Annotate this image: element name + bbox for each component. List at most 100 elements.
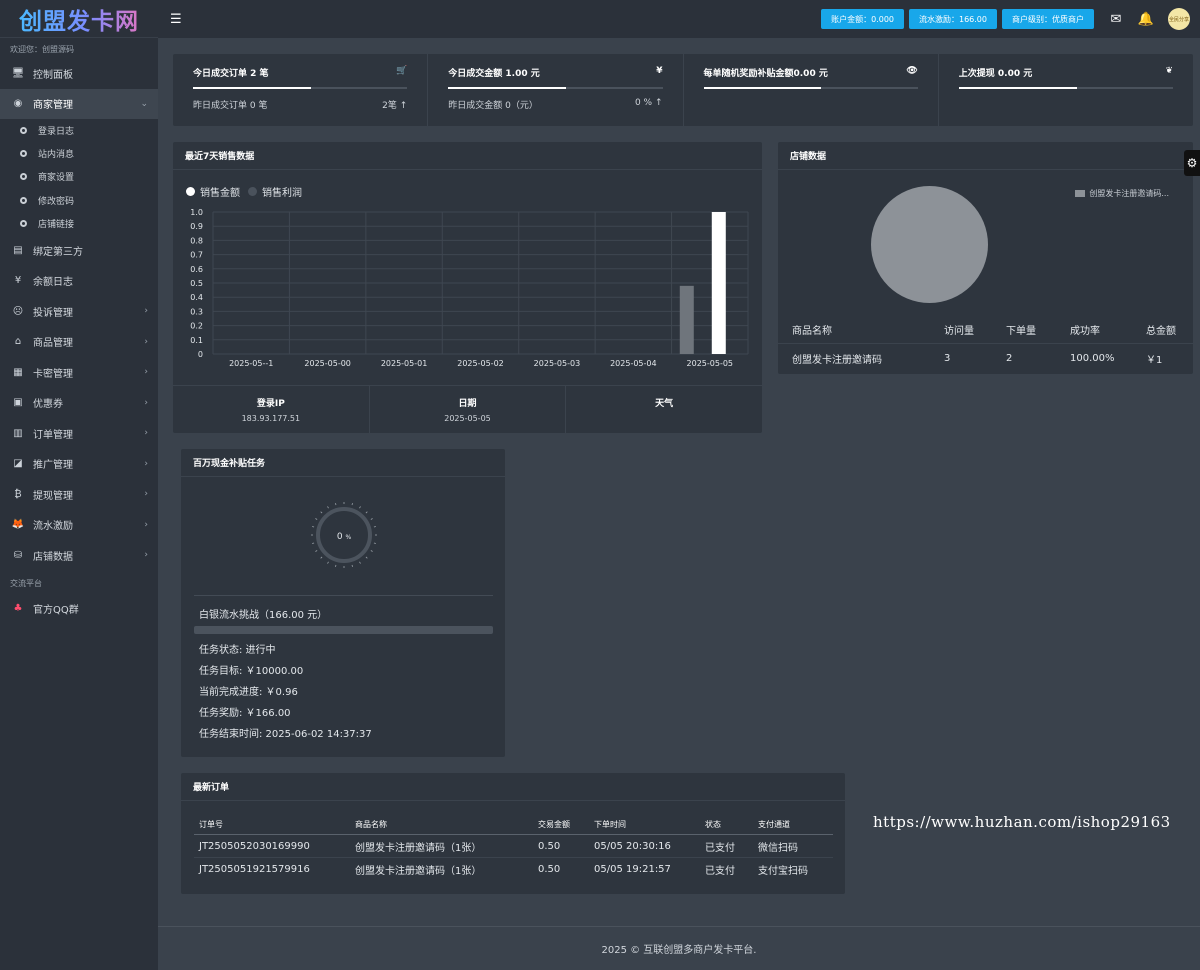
sidebar-item-label: 提现管理: [33, 490, 73, 502]
table-row: 创盟发卡注册邀请码 3 2 100.00% ￥1: [778, 344, 1193, 373]
column-header: 订单号: [199, 819, 223, 829]
y-tick-label: 0.8: [190, 236, 203, 245]
sidebar-subitem-shop-link[interactable]: 店铺链接: [0, 212, 158, 235]
sidebar-item-dashboard[interactable]: 🖥 控制面板: [0, 58, 158, 89]
chevron-right-icon: ›: [144, 428, 148, 439]
sidebar-item-label: 投诉管理: [33, 307, 73, 319]
chevron-right-icon: ›: [144, 367, 148, 378]
column-header: 访问量: [944, 325, 974, 337]
qq-icon: ♣: [13, 603, 23, 615]
gauge-tick: [320, 556, 323, 559]
sidebar-item-label: 订单管理: [33, 429, 73, 441]
chart-footer: 登录IP 183.93.177.51 日期 2025-05-05 天气: [173, 385, 762, 433]
gauge-tick: [351, 564, 353, 567]
site-logo[interactable]: 创盟发卡网: [0, 0, 158, 38]
stat-progress: [958, 87, 1173, 89]
product-name: 创盟发卡注册邀请码（1张）: [355, 842, 482, 854]
sales-chart-panel: 最近7天销售数据 销售金额 销售利润 1.0 0.9 0.8 0.7 0.6 0.5 0.4…: [173, 142, 762, 433]
sidebar-item-promotion[interactable]: ◪ 推广管理 ›: [0, 448, 158, 479]
sidebar-item-shop-data[interactable]: ⛁ 店铺数据 ›: [0, 540, 158, 571]
table-header: 订单号 商品名称 交易金额 下单时间 状态 支付通道: [194, 814, 833, 835]
task-target: 任务目标: ￥10000.00: [199, 666, 304, 677]
pie-legend[interactable]: 创盟发卡注册邀请码...: [1075, 188, 1169, 199]
legend-label: 销售利润: [262, 188, 302, 199]
sidebar-item-label: 卡密管理: [33, 368, 73, 380]
date-cell: 日期 2025-05-05: [370, 386, 567, 433]
sidebar-item-label: 优惠券: [33, 399, 63, 411]
legend-label: 创盟发卡注册邀请码...: [1089, 189, 1169, 198]
footer-value: 2025-05-05: [444, 414, 491, 423]
sidebar-subitem-label: 修改密码: [38, 196, 75, 207]
order-time: 05/05 19:21:57: [594, 864, 671, 875]
sidebar-item-merchant[interactable]: ◉ 商家管理 ⌄: [0, 88, 158, 119]
legend-item-sales[interactable]: 销售金额: [186, 184, 240, 199]
table-cell: 创盟发卡注册邀请码: [792, 355, 882, 366]
order-amount: 0.50: [538, 840, 561, 852]
bar-chart-icon: ▥: [13, 427, 23, 439]
mail-icon[interactable]: ✉: [1108, 11, 1124, 27]
weather-cell: 天气: [566, 386, 762, 433]
stat-sub-right: 2笔 ↑: [382, 101, 408, 111]
sidebar-item-qq-group[interactable]: ♣ 官方QQ群: [0, 593, 158, 624]
panel-title: 百万现金补贴任务: [181, 449, 505, 477]
sidebar-subitem-messages[interactable]: 站内消息: [0, 142, 158, 165]
cart-icon: 🛒: [396, 66, 408, 76]
sidebar-subitem-label: 登录日志: [38, 127, 75, 138]
subsidy-task-panel: 百万现金补贴任务 0 % 白银流水挑战（166.00 元） 任务状态: 进行中 …: [181, 449, 505, 757]
flow-reward-button[interactable]: 流水激励：166.00: [909, 9, 997, 29]
avatar[interactable]: 全民分享: [1168, 8, 1190, 30]
sidebar-item-label: 商家管理: [33, 100, 73, 112]
sales-chart: 1.0 0.9 0.8 0.7 0.6 0.5 0.4 0.3 0.2 0.1 0 2025-05--…: [190, 208, 749, 368]
sidebar-subitem-login-log[interactable]: 登录日志: [0, 119, 158, 142]
sidebar-item-orders[interactable]: ▥ 订单管理 ›: [0, 418, 158, 449]
y-tick-label: 0.3: [190, 307, 203, 316]
table-row[interactable]: JT2505052030169990 创盟发卡注册邀请码（1张） 0.50 05…: [194, 835, 833, 858]
leaf-icon: ❦: [1165, 66, 1173, 76]
column-header: 总金额: [1146, 325, 1176, 337]
bell-icon[interactable]: 🔔: [1138, 11, 1154, 27]
gauge-tick: [373, 542, 376, 544]
sidebar-item-label: 余额日志: [33, 277, 73, 289]
stat-sub-left: 昨日成交订单 0 笔: [193, 101, 268, 111]
chevron-right-icon: ›: [144, 458, 148, 469]
x-tick-label: 2025-05-03: [534, 359, 581, 368]
menu-toggle-icon[interactable]: ☰: [170, 12, 182, 27]
coupon-icon: ▣: [13, 397, 23, 409]
topbar: ☰ 账户金额：0.000 流水激励：166.00 商户级别：优质商户 ✉ 🔔 全…: [158, 0, 1200, 38]
y-tick-label: 0: [198, 350, 203, 359]
sidebar-subitem-settings[interactable]: 商家设置: [0, 165, 158, 188]
task-current: 当前完成进度: ￥0.96: [199, 687, 298, 698]
gauge-tick: [335, 564, 337, 567]
sidebar-item-label: 官方QQ群: [33, 605, 79, 617]
order-status: 已支付: [705, 866, 735, 877]
y-tick-label: 0.7: [190, 251, 203, 260]
sidebar-item-complaints[interactable]: ☹ 投诉管理 ›: [0, 296, 158, 327]
merchant-level-button[interactable]: 商户级别：优质商户: [1002, 9, 1094, 29]
balance-button[interactable]: 账户金额：0.000: [821, 9, 904, 29]
table-cell: 2: [1006, 353, 1013, 364]
stat-card-amount: 今日成交金额 1.00 元 ¥ 昨日成交金额 0（元） 0 % ↑: [428, 54, 684, 126]
table-row[interactable]: JT2505051921579916 创盟发卡注册邀请码（1张） 0.50 05…: [194, 858, 833, 881]
circle-icon: [20, 127, 27, 135]
legend-item-profit[interactable]: 销售利润: [248, 184, 302, 199]
sidebar-item-cards[interactable]: ▦ 卡密管理 ›: [0, 357, 158, 388]
circle-icon: [20, 173, 27, 181]
sidebar-item-label: 推广管理: [33, 460, 73, 472]
task-end-time: 任务结束时间: 2025-06-02 14:37:37: [199, 729, 372, 740]
sidebar-item-withdraw[interactable]: ₿ 提现管理 ›: [0, 479, 158, 510]
sidebar-item-third-party[interactable]: ▤ 绑定第三方: [0, 235, 158, 266]
divider: [194, 595, 493, 596]
chevron-right-icon: ›: [144, 397, 148, 408]
sidebar-item-label: 流水激励: [33, 521, 73, 533]
stat-progress: [448, 87, 663, 89]
sidebar-item-coupons[interactable]: ▣ 优惠券 ›: [0, 387, 158, 418]
sidebar-subitem-password[interactable]: 修改密码: [0, 189, 158, 212]
x-tick-label: 2025-05-05: [687, 359, 734, 368]
table-cell: ￥1: [1146, 355, 1163, 366]
sidebar-item-flow-reward[interactable]: 🦊 流水激励 ›: [0, 509, 158, 540]
gear-icon[interactable]: ⚙: [1184, 150, 1200, 176]
sidebar-item-balance-log[interactable]: ¥ 余额日志: [0, 265, 158, 296]
gauge-tick: [365, 556, 368, 559]
chevron-right-icon: ›: [144, 550, 148, 561]
sidebar-item-products[interactable]: ⌂ 商品管理 ›: [0, 326, 158, 357]
